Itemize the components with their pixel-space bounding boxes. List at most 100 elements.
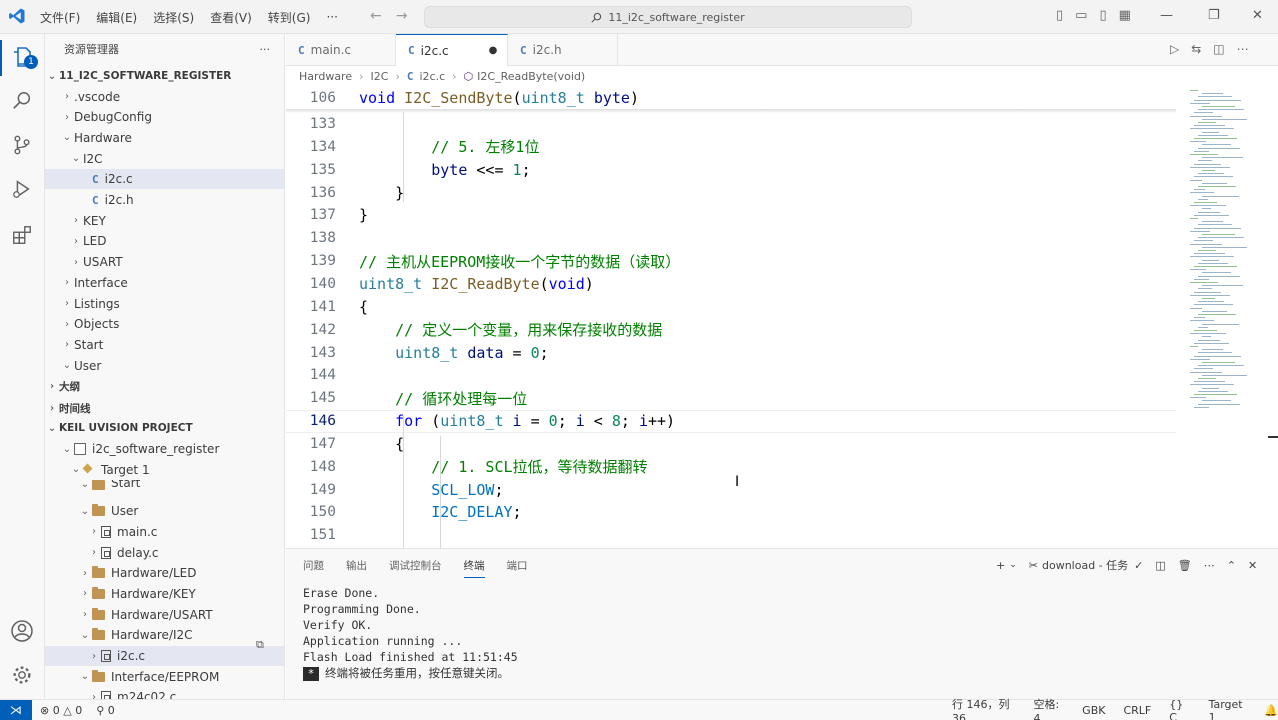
code-line[interactable]: 150 I2C_DELAY;: [286, 501, 1176, 524]
bell-icon[interactable]: 🔔: [1264, 704, 1278, 717]
command-center-search[interactable]: 11_i2c_software_register: [424, 6, 912, 28]
tree-item[interactable]: › m24c02.c: [45, 687, 284, 699]
code-line[interactable]: 145 // 循环处理每一位: [286, 387, 1176, 410]
ports-status[interactable]: ⚲ 0: [96, 704, 115, 717]
tree-item[interactable]: ⌄ Hardware: [45, 128, 284, 148]
sticky-scroll-line[interactable]: 106 void I2C_SendByte(uint8_t byte): [286, 86, 1176, 109]
menu-item[interactable]: 查看(V): [210, 9, 252, 26]
panel-tab-ports[interactable]: 端口: [507, 558, 528, 573]
code-line[interactable]: 149 SCL_LOW;: [286, 478, 1176, 501]
tree-item[interactable]: › delay.c: [45, 543, 284, 563]
cursor-position[interactable]: 行 146，列 36: [952, 696, 1016, 720]
breadcrumb-item[interactable]: I2C: [371, 70, 389, 83]
toggle-primary-sidebar-icon[interactable]: ▯: [1056, 8, 1063, 23]
code-line[interactable]: 143 uint8_t data = 0;: [286, 341, 1176, 364]
tree-item[interactable]: › main.c: [45, 522, 284, 542]
panel-tab-debug-console[interactable]: 调试控制台: [389, 558, 442, 573]
menu-item[interactable]: ···: [326, 10, 337, 24]
tree-item[interactable]: › LED: [45, 231, 284, 251]
extensions-icon[interactable]: [9, 222, 35, 248]
tree-item[interactable]: › DebugConfig: [45, 107, 284, 127]
menu-item[interactable]: 选择(S): [153, 9, 194, 26]
trash-icon[interactable]: 🗑: [1178, 559, 1192, 572]
code-line[interactable]: 144: [286, 364, 1176, 387]
close-window-icon[interactable]: ✕: [1252, 8, 1263, 23]
search-view-icon[interactable]: [9, 88, 35, 114]
account-icon[interactable]: [9, 618, 35, 644]
new-terminal-icon[interactable]: +: [996, 559, 1005, 572]
tree-item[interactable]: › Listings: [45, 294, 284, 314]
code-line[interactable]: 134 // 5. 左移1位: [286, 135, 1176, 158]
tree-item[interactable]: › Start: [45, 335, 284, 355]
panel-tab-problems[interactable]: 问题: [303, 558, 324, 573]
split-editor-icon[interactable]: ◫: [1213, 42, 1224, 56]
tab-i2c-h[interactable]: C i2c.h: [508, 34, 618, 66]
tree-item[interactable]: Ci2c.h: [45, 190, 284, 210]
outline-section[interactable]: › 大纲: [45, 376, 284, 396]
tree-item[interactable]: › .vscode: [45, 87, 284, 107]
tree-item[interactable]: ⌄ i2c_software_register: [45, 439, 284, 459]
code-line[interactable]: 146 for (uint8_t i = 0; i < 8; i++): [286, 409, 1176, 433]
remote-icon[interactable]: ⋊: [0, 699, 32, 720]
keil-project-section[interactable]: ⌄ KEIL UVISION PROJECT: [45, 418, 284, 438]
breadcrumb-item[interactable]: Hardware: [299, 70, 352, 83]
more-actions-icon[interactable]: ···: [260, 43, 271, 56]
toggle-panel-icon[interactable]: ▭: [1075, 8, 1087, 23]
menu-item[interactable]: 文件(F): [40, 9, 80, 26]
panel-tab-terminal[interactable]: 终端: [463, 558, 485, 578]
restore-icon[interactable]: ❐: [1208, 8, 1220, 23]
code-line[interactable]: 147 {: [286, 432, 1176, 455]
tree-item[interactable]: › Hardware/KEY: [45, 584, 284, 604]
source-control-icon[interactable]: [9, 132, 35, 158]
code-line[interactable]: 138: [286, 227, 1176, 250]
end-of-line[interactable]: CRLF: [1123, 704, 1151, 717]
explorer-root-section[interactable]: ⌄ 11_I2C_SOFTWARE_REGISTER: [45, 66, 284, 86]
code-line[interactable]: 140 uint8_t I2C_ReadByte(void): [286, 272, 1176, 295]
target-status[interactable]: Target 1: [1209, 698, 1247, 720]
run-icon[interactable]: ▷: [1170, 42, 1179, 56]
tree-item[interactable]: › i2c.c: [45, 646, 284, 666]
tree-item[interactable]: ⌄ I2C: [45, 149, 284, 169]
maximize-panel-icon[interactable]: ⌃: [1227, 559, 1236, 572]
tree-item[interactable]: › Hardware/LED: [45, 563, 284, 583]
scrollbar-marker[interactable]: [1268, 436, 1278, 438]
toggle-secondary-sidebar-icon[interactable]: ▯: [1099, 8, 1106, 23]
compare-icon[interactable]: ⇆: [1191, 42, 1201, 56]
encoding[interactable]: GBK: [1082, 704, 1105, 717]
tree-item[interactable]: › Interface: [45, 273, 284, 293]
more-icon[interactable]: ⋯: [1237, 42, 1249, 56]
menu-item[interactable]: 编辑(E): [96, 9, 137, 26]
forward-arrow-icon[interactable]: →: [396, 8, 408, 24]
close-panel-icon[interactable]: ✕: [1248, 559, 1257, 572]
tab-main-c[interactable]: C main.c: [286, 34, 396, 66]
code-line[interactable]: 139 // 主机从EEPROM接收一个字节的数据（读取）: [286, 250, 1176, 273]
code-line[interactable]: 151: [286, 524, 1176, 547]
unsaved-dot-icon[interactable]: ●: [489, 45, 498, 56]
problems-status[interactable]: ⊗ 0 △ 0: [40, 704, 82, 717]
code-line[interactable]: 133: [286, 113, 1176, 136]
task-label[interactable]: download - 任务: [1042, 557, 1128, 573]
back-arrow-icon[interactable]: ←: [370, 8, 382, 24]
timeline-section[interactable]: › 时间线: [45, 398, 284, 418]
code-line[interactable]: 135 byte <<= 1;: [286, 158, 1176, 181]
minimize-icon[interactable]: —: [1160, 8, 1173, 23]
code-line[interactable]: 136 }: [286, 181, 1176, 204]
tree-item[interactable]: › Hardware/USART: [45, 605, 284, 625]
tree-item[interactable]: ⌄ User: [45, 501, 284, 521]
code-line[interactable]: 142 // 定义一个变量，用来保存接收的数据: [286, 318, 1176, 341]
tree-item[interactable]: ⌄ Interface/EEPROM: [45, 667, 284, 687]
indentation[interactable]: 空格: 4: [1034, 696, 1065, 720]
tree-item[interactable]: ⌄ User: [45, 356, 284, 376]
more-icon[interactable]: ⋯: [1204, 559, 1215, 572]
minimap[interactable]: [1180, 86, 1270, 548]
settings-gear-icon[interactable]: [9, 662, 35, 688]
chevron-down-icon[interactable]: ⌄: [1009, 560, 1017, 570]
tree-item[interactable]: › KEY: [45, 211, 284, 231]
code-line[interactable]: 148 // 1. SCL拉低，等待数据翻转: [286, 455, 1176, 478]
tree-item[interactable]: ⌄ Hardware/I2C: [45, 625, 284, 645]
tree-item[interactable]: ⌄ Target 1: [45, 460, 284, 480]
tree-item[interactable]: ⌄ Start: [45, 480, 284, 491]
tab-i2c-c[interactable]: C i2c.c ●: [396, 34, 508, 66]
code-line[interactable]: 137}: [286, 204, 1176, 227]
run-debug-icon[interactable]: [9, 176, 35, 202]
